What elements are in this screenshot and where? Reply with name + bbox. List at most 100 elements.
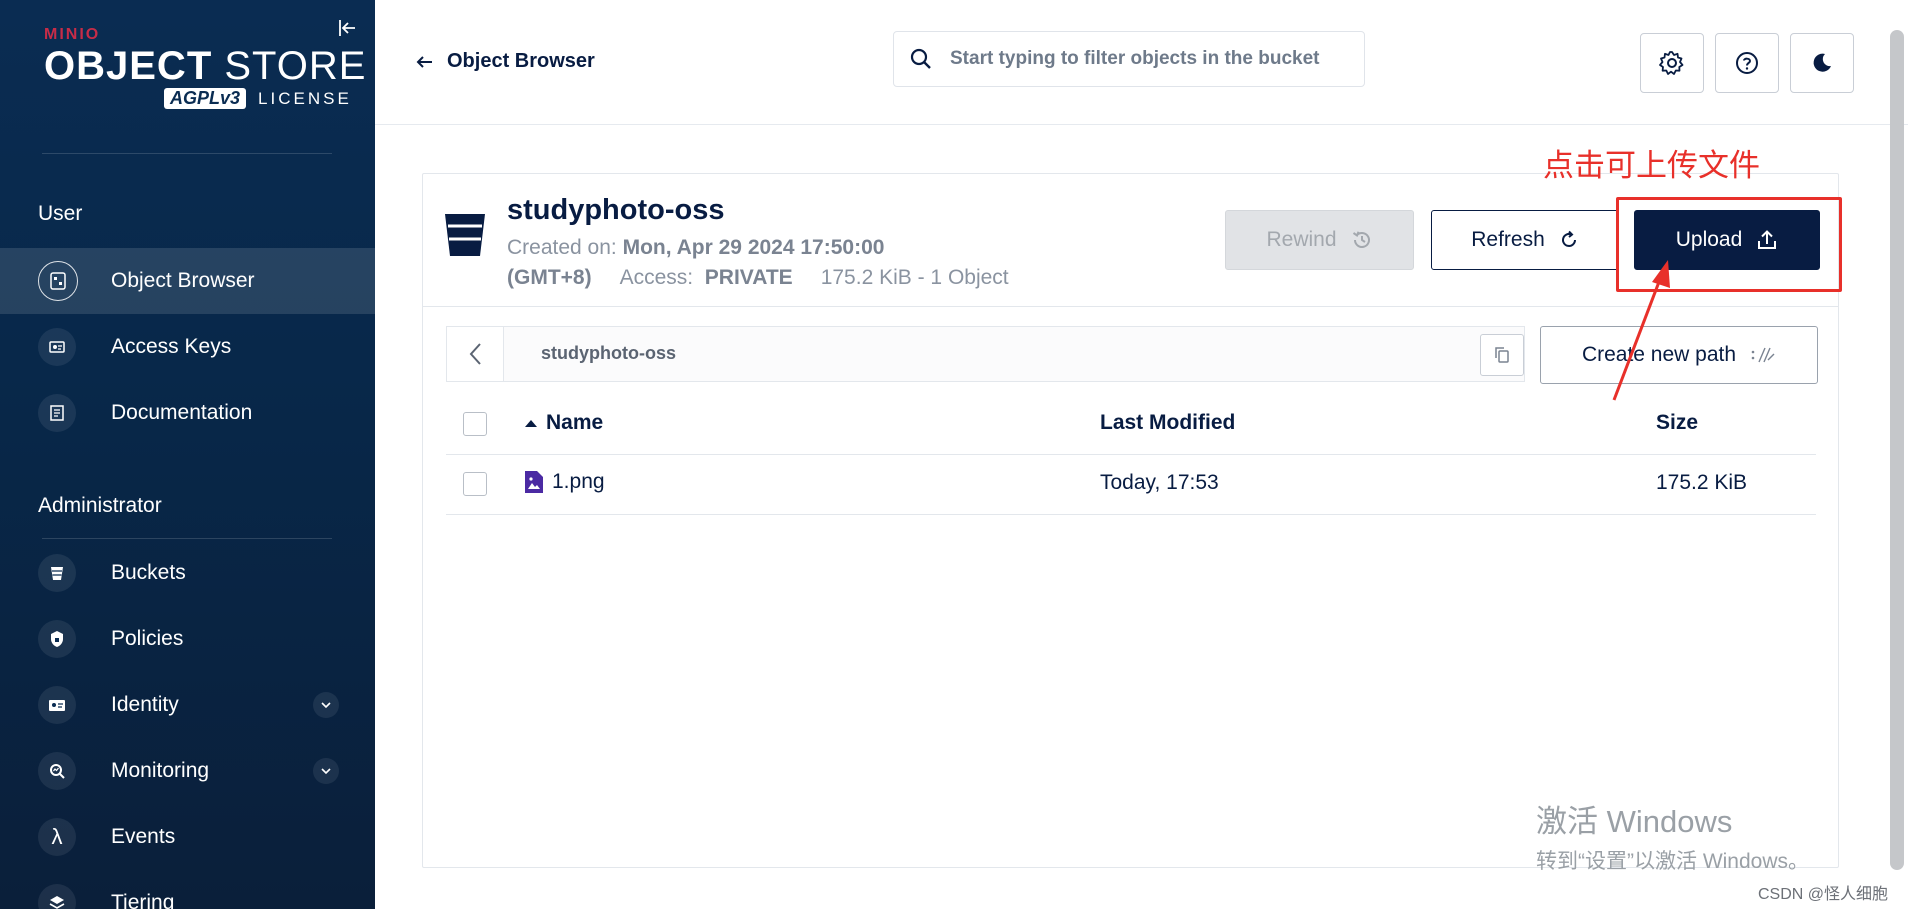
sidebar-item-policies[interactable]: Policies xyxy=(0,606,375,672)
access-info: Access: PRIVATE xyxy=(620,266,793,290)
column-header-size[interactable]: Size xyxy=(1656,411,1698,435)
license-label: LICENSE xyxy=(258,88,352,108)
csdn-credit: CSDN @怪人细胞 xyxy=(1758,886,1889,903)
logo-license: AGPLv3 LICENSE xyxy=(44,88,366,109)
copy-path-button[interactable] xyxy=(1480,334,1524,376)
documentation-icon xyxy=(38,394,76,432)
moon-icon xyxy=(1813,53,1831,72)
rewind-label: Rewind xyxy=(1266,228,1337,251)
refresh-label: Refresh xyxy=(1471,228,1545,251)
bucket-usage: 175.2 KiB - 1 Object xyxy=(820,266,1009,289)
search-input[interactable] xyxy=(948,47,1352,71)
path-back-button[interactable] xyxy=(447,327,504,381)
column-label: Name xyxy=(546,411,604,434)
logo-product: OBJECT STORE xyxy=(44,46,366,86)
copy-icon xyxy=(1495,347,1509,363)
sidebar-item-events[interactable]: λ Events xyxy=(0,804,375,870)
sidebar-item-label: Object Browser xyxy=(111,269,255,292)
access-value: PRIVATE xyxy=(704,266,793,289)
minio-logo: MINIO OBJECT STORE AGPLv3 LICENSE xyxy=(44,26,366,109)
image-file-icon xyxy=(525,471,543,493)
sidebar-item-identity[interactable]: Identity xyxy=(0,672,375,738)
sidebar-item-monitoring[interactable]: Monitoring xyxy=(0,738,375,804)
file-name: 1.png xyxy=(552,470,605,493)
sidebar-item-documentation[interactable]: Documentation xyxy=(0,380,375,446)
last-modified-cell: Today, 17:53 xyxy=(1100,471,1219,494)
sidebar-item-label: Events xyxy=(111,825,176,848)
sidebar-item-label: Documentation xyxy=(111,401,253,424)
upload-label: Upload xyxy=(1675,228,1743,251)
back-to-object-browser[interactable]: Object Browser xyxy=(415,50,595,73)
rewind-button[interactable]: Rewind xyxy=(1225,210,1414,270)
sidebar-item-access-keys[interactable]: Access Keys xyxy=(0,314,375,380)
upload-button[interactable]: Upload xyxy=(1634,210,1820,270)
chevron-down-icon[interactable] xyxy=(313,758,339,784)
new-path-icon xyxy=(1751,347,1775,363)
row-checkbox[interactable] xyxy=(463,472,487,496)
help-icon xyxy=(1736,52,1758,74)
create-path-label: Create new path xyxy=(1581,343,1737,366)
sidebar-item-label: Identity xyxy=(111,693,179,716)
sidebar-divider xyxy=(42,538,332,539)
lambda-icon: λ xyxy=(38,818,76,856)
sidebar-item-label: Monitoring xyxy=(111,759,210,782)
refresh-icon xyxy=(1561,230,1576,247)
table-header-row: Name Last Modified Size xyxy=(446,394,1816,455)
column-header-name[interactable]: Name xyxy=(524,411,603,435)
bucket-icon xyxy=(443,212,487,263)
agpl-badge: AGPLv3 xyxy=(164,88,247,109)
created-label: Created on: xyxy=(507,236,617,259)
sidebar-item-object-browser[interactable]: Object Browser xyxy=(0,248,375,314)
watermark-line-2: 转到“设置”以激活 Windows。 xyxy=(1536,850,1810,873)
size-cell: 175.2 KiB xyxy=(1656,471,1748,494)
column-header-last-modified[interactable]: Last Modified xyxy=(1100,411,1235,435)
policies-icon xyxy=(38,620,76,658)
sort-asc-icon xyxy=(525,420,537,427)
bucket-title: studyphoto-oss xyxy=(507,194,725,226)
created-value: Mon, Apr 29 2024 17:50:00 xyxy=(622,236,885,259)
settings-button[interactable] xyxy=(1640,33,1704,93)
sidebar-item-label: Policies xyxy=(111,627,184,650)
path-breadcrumb: studyphoto-oss xyxy=(541,343,676,363)
sidebar-item-tiering[interactable]: Tiering xyxy=(0,870,375,909)
select-all-checkbox[interactable] xyxy=(463,412,487,436)
gear-icon xyxy=(1659,51,1684,75)
table-row[interactable]: 1.png Today, 17:53 175.2 KiB xyxy=(446,454,1816,515)
access-keys-icon xyxy=(38,328,76,366)
section-title-administrator: Administrator xyxy=(38,494,162,517)
search-icon xyxy=(910,48,931,69)
monitoring-icon xyxy=(38,752,76,790)
file-name-cell[interactable]: 1.png xyxy=(524,470,605,494)
refresh-button[interactable]: Refresh xyxy=(1431,210,1619,270)
annotation-label: 点击可上传文件 xyxy=(1543,148,1760,184)
timezone: (GMT+8) xyxy=(507,266,592,289)
watermark-line-1: 激活 Windows xyxy=(1536,804,1733,839)
object-browser-icon xyxy=(38,261,78,301)
identity-icon xyxy=(38,686,76,724)
logo-product-bold: OBJECT xyxy=(44,44,213,88)
chevron-down-icon[interactable] xyxy=(313,692,339,718)
dark-mode-button[interactable] xyxy=(1790,33,1854,93)
section-title-user: User xyxy=(38,202,83,225)
tiering-icon xyxy=(38,884,76,909)
bucket-meta: (GMT+8) Access: PRIVATE 175.2 KiB - 1 Ob… xyxy=(507,266,1009,290)
sidebar-divider xyxy=(42,153,332,154)
create-new-path-button[interactable]: Create new path xyxy=(1540,326,1818,384)
sidebar-item-label: Access Keys xyxy=(111,335,232,358)
bucket-header: studyphoto-oss Created on: Mon, Apr 29 2… xyxy=(423,174,1838,307)
sidebar-item-label: Tiering xyxy=(111,891,175,909)
page-scrollbar[interactable] xyxy=(1890,30,1904,870)
history-icon xyxy=(1352,231,1370,248)
collapse-sidebar-icon[interactable] xyxy=(338,18,362,42)
sidebar-item-buckets[interactable]: Buckets xyxy=(0,540,375,606)
object-search[interactable] xyxy=(893,31,1365,87)
sidebar-item-label: Buckets xyxy=(111,561,186,584)
logo-product-thin: STORE xyxy=(224,44,367,88)
upload-icon xyxy=(1758,230,1777,249)
bucket-created: Created on: Mon, Apr 29 2024 17:50:00 xyxy=(507,236,884,260)
arrow-left-icon xyxy=(416,55,432,68)
help-button[interactable] xyxy=(1715,33,1779,93)
logo-brand: MINIO xyxy=(44,26,101,43)
top-header: Object Browser xyxy=(375,0,1908,125)
chevron-left-icon xyxy=(469,343,481,365)
